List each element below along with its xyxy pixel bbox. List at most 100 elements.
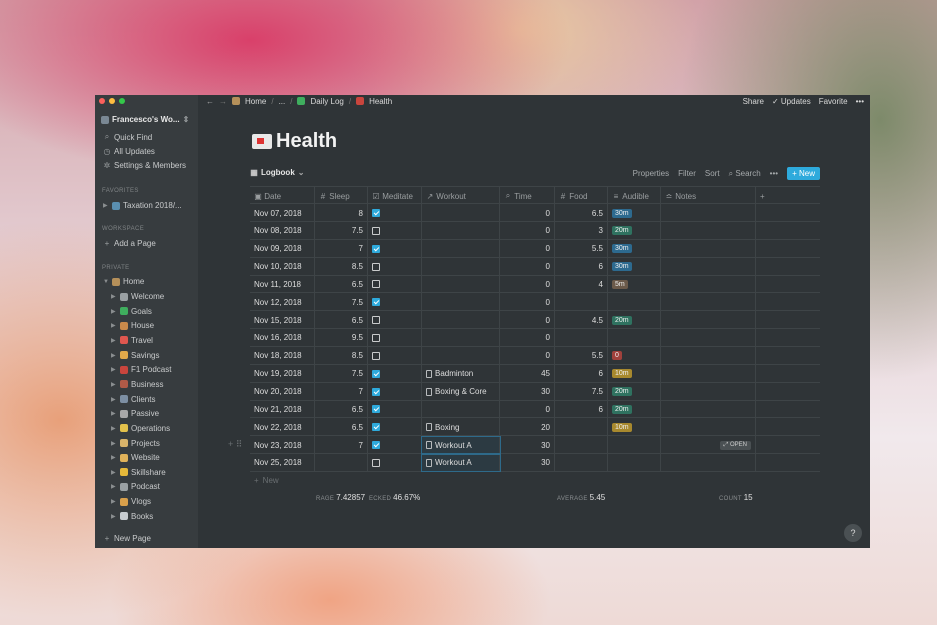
column-header-time[interactable]: ⌕ Time — [500, 187, 555, 205]
properties-button[interactable]: Properties — [633, 169, 669, 178]
time-cell[interactable]: 0 — [500, 328, 555, 347]
time-cell[interactable]: 45 — [500, 364, 555, 383]
food-cell[interactable]: 6 — [555, 257, 608, 276]
workout-cell[interactable]: Workout A — [421, 436, 501, 455]
notes-cell[interactable] — [661, 382, 756, 401]
sidebar-item-business[interactable]: ▶ Business — [111, 380, 163, 389]
sidebar-item-house[interactable]: ▶ House — [111, 321, 154, 330]
sleep-cell[interactable]: 6.5 — [315, 400, 368, 419]
workout-cell[interactable] — [422, 311, 500, 330]
meditate-cell[interactable] — [368, 453, 422, 472]
workout-cell[interactable]: Badminton — [422, 364, 500, 383]
caret-right-icon[interactable]: ▶ — [111, 440, 117, 447]
meditate-cell[interactable] — [368, 293, 422, 312]
meditate-cell[interactable] — [368, 221, 422, 240]
meditate-cell[interactable] — [368, 311, 422, 330]
table-row[interactable]: Nov 16, 2018 9.5 0 — [250, 328, 820, 347]
workout-cell[interactable] — [422, 204, 500, 222]
search-button[interactable]: ⌕ Search — [729, 169, 761, 179]
date-cell[interactable]: Nov 10, 2018 — [250, 257, 315, 276]
workout-cell[interactable]: Workout A — [421, 453, 501, 472]
meditate-checkbox[interactable] — [372, 226, 380, 235]
notes-cell[interactable] — [661, 400, 756, 419]
workout-link[interactable]: Workout A — [435, 441, 472, 450]
workout-cell[interactable] — [422, 293, 500, 312]
food-cell[interactable]: 6 — [555, 400, 608, 419]
workout-cell[interactable] — [422, 221, 500, 240]
table-row[interactable]: Nov 10, 2018 8.5 0 6 30m — [250, 257, 820, 276]
notes-cell[interactable] — [661, 204, 756, 222]
notes-cell[interactable] — [661, 453, 756, 472]
caret-right-icon[interactable]: ▶ — [111, 498, 117, 505]
date-cell[interactable]: Nov 09, 2018 — [250, 239, 315, 258]
workspace-switcher[interactable]: Francesco's Wo... ⇕ — [101, 115, 189, 124]
column-header-notes[interactable]: ≏ Notes — [661, 187, 756, 205]
footer-count[interactable]: COUNT 15 — [719, 493, 753, 502]
time-cell[interactable]: 0 — [500, 400, 555, 419]
view-more-icon[interactable]: ••• — [770, 169, 778, 178]
table-row[interactable]: Nov 21, 2018 6.5 0 6 20m — [250, 400, 820, 419]
table-row[interactable]: Nov 08, 2018 7.5 0 3 20m — [250, 221, 820, 240]
close-window-button[interactable] — [99, 98, 105, 104]
help-button[interactable]: ? — [844, 524, 862, 542]
notes-cell[interactable] — [661, 418, 756, 437]
time-cell[interactable]: 0 — [500, 257, 555, 276]
workout-link[interactable]: Boxing & Core — [435, 387, 487, 396]
new-record-button[interactable]: + New — [787, 167, 820, 180]
meditate-checkbox[interactable] — [372, 298, 380, 307]
food-cell[interactable]: 6.5 — [555, 204, 608, 222]
time-cell[interactable]: 20 — [500, 418, 555, 437]
sleep-cell[interactable] — [315, 453, 368, 472]
food-cell[interactable] — [555, 418, 608, 437]
favorite-button[interactable]: Favorite — [819, 97, 848, 106]
sort-button[interactable]: Sort — [705, 169, 720, 178]
meditate-checkbox[interactable] — [372, 316, 380, 325]
notes-cell[interactable] — [661, 311, 756, 330]
caret-right-icon[interactable]: ▶ — [111, 513, 117, 520]
sidebar-item-home[interactable]: ▼ Home — [103, 277, 144, 286]
sleep-cell[interactable]: 6.5 — [315, 275, 368, 294]
audible-cell[interactable]: 0 — [608, 346, 661, 365]
footer-meditate-checked[interactable]: ECKED 46.67% — [369, 493, 420, 502]
filter-button[interactable]: Filter — [678, 169, 696, 178]
date-cell[interactable]: Nov 20, 2018 — [250, 382, 315, 401]
more-options-icon[interactable]: ••• — [856, 97, 864, 106]
date-cell[interactable]: Nov 22, 2018 — [250, 418, 315, 437]
food-cell[interactable]: 4 — [555, 275, 608, 294]
audible-cell[interactable]: 30m — [608, 239, 661, 258]
caret-right-icon[interactable]: ▶ — [111, 425, 117, 432]
footer-food-average[interactable]: AVERAGE 5.45 — [557, 493, 605, 502]
sleep-cell[interactable]: 6.5 — [315, 311, 368, 330]
sidebar-item-travel[interactable]: ▶ Travel — [111, 336, 153, 345]
audible-cell[interactable]: 30m — [608, 257, 661, 276]
caret-right-icon[interactable]: ▶ — [111, 483, 117, 490]
workout-cell[interactable]: Boxing — [422, 418, 500, 437]
notes-cell[interactable] — [661, 293, 756, 312]
sidebar-item-podcast[interactable]: ▶ Podcast — [111, 482, 160, 491]
meditate-checkbox[interactable] — [372, 369, 380, 378]
meditate-cell[interactable] — [368, 400, 422, 419]
date-cell[interactable]: Nov 23, 2018 — [250, 436, 315, 455]
caret-right-icon[interactable]: ▶ — [111, 410, 117, 417]
sleep-cell[interactable]: 7.5 — [315, 364, 368, 383]
sidebar-item-goals[interactable]: ▶ Goals — [111, 307, 152, 316]
notes-cell[interactable]: ⤢ OPEN — [661, 436, 756, 455]
sleep-cell[interactable]: 7.5 — [315, 293, 368, 312]
footer-sleep-average[interactable]: RAGE 7.42857 — [316, 493, 365, 502]
table-row[interactable]: Nov 12, 2018 7.5 0 — [250, 293, 820, 312]
food-cell[interactable] — [555, 293, 608, 312]
caret-right-icon[interactable]: ▶ — [111, 366, 117, 373]
sidebar-settings[interactable]: ✲ Settings & Members — [103, 161, 186, 170]
meditate-checkbox[interactable] — [372, 458, 380, 467]
workout-cell[interactable] — [422, 400, 500, 419]
workout-cell[interactable] — [422, 346, 500, 365]
time-cell[interactable]: 0 — [500, 311, 555, 330]
table-row[interactable]: Nov 19, 2018 7.5 Badminton 45 6 10m — [250, 364, 820, 383]
sidebar-item-passive[interactable]: ▶ Passive — [111, 409, 159, 418]
meditate-cell[interactable] — [368, 364, 422, 383]
workout-cell[interactable] — [422, 328, 500, 347]
sleep-cell[interactable]: 9.5 — [315, 328, 368, 347]
food-cell[interactable] — [555, 436, 608, 455]
table-row[interactable]: Nov 11, 2018 6.5 0 4 5m — [250, 275, 820, 294]
food-cell[interactable]: 5.5 — [555, 346, 608, 365]
